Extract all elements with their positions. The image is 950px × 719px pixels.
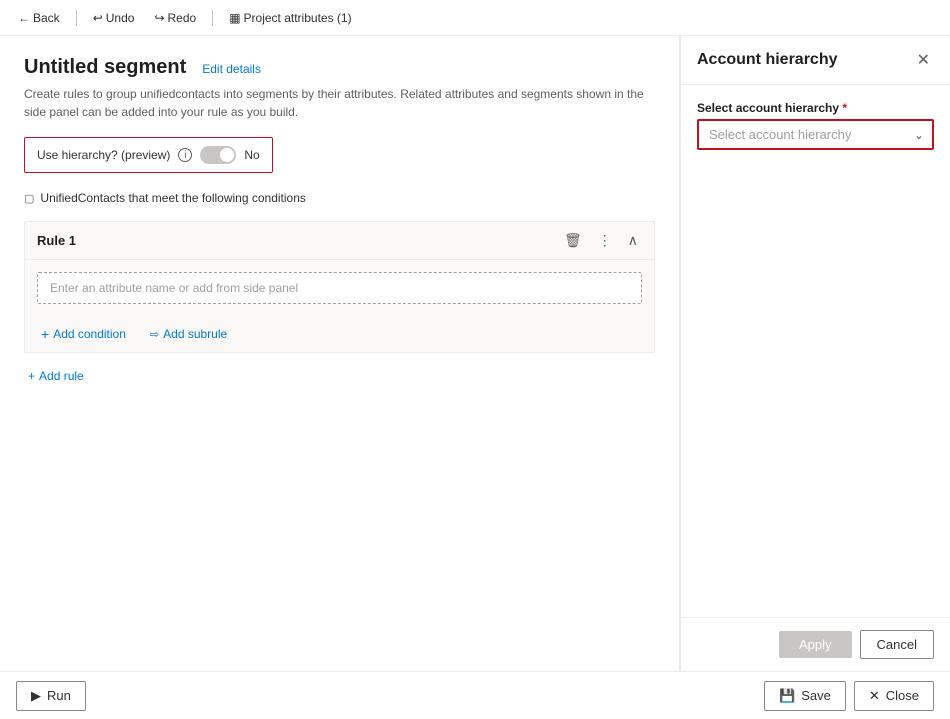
field-label: Select account hierarchy * (697, 101, 934, 115)
edit-details-link[interactable]: Edit details (202, 62, 261, 76)
plus-icon: + (41, 326, 49, 342)
save-icon: 💾 (779, 688, 795, 704)
rule-actions: 🗑 ⋮ ∧ (560, 230, 642, 251)
project-attributes-button[interactable]: ▦ Project attributes (1) (223, 9, 357, 27)
left-panel: Untitled segment Edit details Create rul… (0, 36, 680, 671)
topbar: ← Back ↩ Undo ↪ Redo ▦ Project attribute… (0, 0, 950, 36)
rule-title: Rule 1 (37, 233, 76, 248)
redo-icon: ↪ (154, 11, 164, 25)
run-icon: ▶ (31, 688, 41, 704)
right-panel-body: Select account hierarchy * Select accoun… (681, 85, 950, 617)
page-title: Untitled segment (24, 56, 186, 79)
close-panel-button[interactable]: ✕ (913, 48, 934, 72)
hierarchy-label: Use hierarchy? (preview) (37, 148, 170, 162)
bottom-right: 💾 Save ✕ Close (764, 681, 934, 711)
attribute-input[interactable]: Enter an attribute name or add from side… (37, 272, 642, 304)
right-panel: Account hierarchy ✕ Select account hiera… (680, 36, 950, 671)
rule-body: Enter an attribute name or add from side… (25, 260, 654, 316)
add-subrule-button[interactable]: ⇨ Add subrule (146, 325, 231, 343)
conditions-icon: ▢ (24, 192, 34, 205)
back-button[interactable]: ← Back (12, 9, 66, 27)
rule-collapse-button[interactable]: ∧ (624, 230, 642, 251)
redo-button[interactable]: ↪ Redo (148, 9, 202, 27)
rule-footer: + Add condition ⇨ Add subrule (25, 316, 654, 352)
project-icon: ▦ (229, 11, 240, 25)
undo-button[interactable]: ↩ Undo (87, 9, 141, 27)
right-panel-header: Account hierarchy ✕ (681, 36, 950, 85)
rule-card: Rule 1 🗑 ⋮ ∧ Enter an attribute name or … (24, 221, 655, 353)
rule-delete-button[interactable]: 🗑 (560, 230, 586, 251)
topbar-separator (76, 10, 77, 26)
toggle-state-label: No (244, 148, 259, 162)
subrule-icon: ⇨ (150, 328, 159, 341)
right-panel-footer: Apply Cancel (681, 617, 950, 671)
bottom-left: ▶ Run (16, 681, 86, 711)
info-icon[interactable]: i (178, 148, 192, 162)
right-panel-title: Account hierarchy (697, 51, 837, 69)
hierarchy-toggle-row: Use hierarchy? (preview) i No (24, 137, 273, 173)
rule-more-button[interactable]: ⋮ (594, 230, 616, 251)
account-hierarchy-select[interactable]: Select account hierarchy (699, 121, 932, 148)
back-arrow-icon: ← (18, 11, 30, 25)
bottom-bar: ▶ Run 💾 Save ✕ Close (0, 671, 950, 719)
conditions-row: ▢ UnifiedContacts that meet the followin… (24, 191, 655, 205)
plus-icon-rule: + (28, 369, 35, 383)
close-button[interactable]: ✕ Close (854, 681, 934, 711)
required-star: * (842, 101, 847, 115)
undo-icon: ↩ (93, 11, 103, 25)
topbar-separator-2 (212, 10, 213, 26)
description-text: Create rules to group unifiedcontacts in… (24, 85, 644, 121)
add-condition-button[interactable]: + Add condition (37, 324, 130, 344)
hierarchy-toggle[interactable] (200, 146, 236, 164)
apply-button[interactable]: Apply (779, 631, 852, 658)
conditions-text: UnifiedContacts that meet the following … (40, 191, 305, 205)
save-button[interactable]: 💾 Save (764, 681, 846, 711)
close-icon: ✕ (869, 688, 880, 704)
rule-header: Rule 1 🗑 ⋮ ∧ (25, 222, 654, 260)
cancel-button[interactable]: Cancel (860, 630, 934, 659)
add-rule-button[interactable]: + Add rule (24, 365, 88, 387)
select-dropdown-wrapper: Select account hierarchy ⌄ (697, 119, 934, 150)
run-button[interactable]: ▶ Run (16, 681, 86, 711)
toggle-knob (220, 148, 234, 162)
main-layout: Untitled segment Edit details Create rul… (0, 36, 950, 671)
